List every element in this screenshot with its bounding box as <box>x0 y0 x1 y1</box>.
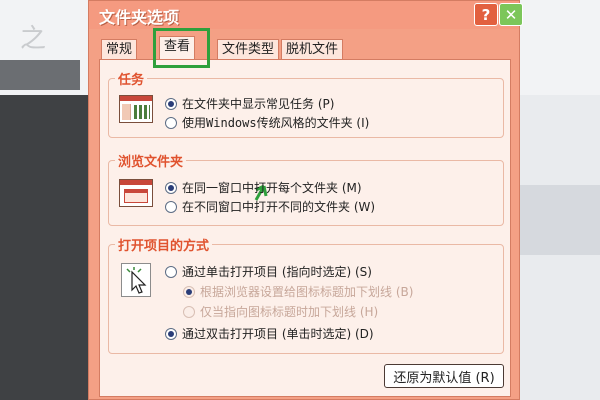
background-left-bar <box>0 60 80 90</box>
tab-file-types[interactable]: 文件类型 <box>217 39 280 59</box>
tab-offline-files[interactable]: 脱机文件 <box>281 39 344 59</box>
option-label: 通过单击打开项目 (指向时选定) (S) <box>182 265 372 279</box>
double-click-option[interactable]: 通过双击打开项目 (单击时选定) (D) <box>165 325 374 342</box>
help-button[interactable]: ? <box>474 3 498 26</box>
radio-button[interactable] <box>183 305 195 318</box>
task-view-icon <box>119 95 153 123</box>
option-label: 通过双击打开项目 (单击时选定) (D) <box>182 327 374 341</box>
option-label-windows: Windows <box>206 115 257 130</box>
radio-button[interactable] <box>165 181 177 194</box>
browse-folders-group: 浏览文件夹 在同一窗口中打开每个文件夹 (M) 在不同窗口中打开不同的文件夹 (… <box>108 151 504 226</box>
option-label-prefix: 使用 <box>182 116 207 130</box>
tasks-group-title: 任务 <box>115 69 148 88</box>
open-items-group-title: 打开项目的方式 <box>115 235 213 254</box>
radio-button[interactable] <box>165 200 177 213</box>
view-tab-highlight <box>153 28 210 68</box>
underline-on-point-option[interactable]: 仅当指向图标标题时加下划线 (H) <box>183 303 378 320</box>
tab-panel: 任务 在文件夹中显示常见任务 (P) 使用 Windows 传统风格的文件夹 (… <box>99 59 511 397</box>
same-window-option[interactable]: 在同一窗口中打开每个文件夹 (M) <box>165 179 362 196</box>
classic-folders-option[interactable]: 使用 Windows 传统风格的文件夹 (I) <box>165 114 369 131</box>
option-label: 根据浏览器设置给图标标题加下划线 (B) <box>200 285 414 299</box>
single-click-option[interactable]: 通过单击打开项目 (指向时选定) (S) <box>165 263 372 280</box>
pointer-click-icon <box>121 263 151 297</box>
new-window-option[interactable]: 在不同窗口中打开不同的文件夹 (W) <box>165 198 375 215</box>
show-common-tasks-option[interactable]: 在文件夹中显示常见任务 (P) <box>165 95 334 112</box>
folder-options-dialog: 文件夹选项 ? ✕ 常规 查看 文件类型 脱机文件 任务 在文件夹中显示常见任务… <box>88 0 523 400</box>
tasks-group: 任务 在文件夹中显示常见任务 (P) 使用 Windows 传统风格的文件夹 (… <box>108 69 504 138</box>
option-label: 仅当指向图标标题时加下划线 (H) <box>200 305 379 319</box>
browse-group-title: 浏览文件夹 <box>115 151 187 170</box>
option-label: 在不同窗口中打开不同的文件夹 (W) <box>182 200 376 214</box>
tab-general[interactable]: 常规 <box>101 39 138 59</box>
close-button[interactable]: ✕ <box>499 3 523 26</box>
help-icon: ? <box>481 5 491 24</box>
background-right-band <box>520 185 600 255</box>
open-items-group: 打开项目的方式 通过单击打开项目 (指向时选定) (S) 根据浏览器设置给图标标… <box>108 235 504 354</box>
option-label: 在文件夹中显示常见任务 (P) <box>182 97 335 111</box>
underline-browser-option[interactable]: 根据浏览器设置给图标标题加下划线 (B) <box>183 283 413 300</box>
dialog-title: 文件夹选项 <box>99 8 180 27</box>
option-label: 在同一窗口中打开每个文件夹 (M) <box>182 181 362 195</box>
restore-defaults-button[interactable]: 还原为默认值 (R) <box>384 364 504 388</box>
title-bar[interactable]: 文件夹选项 ? ✕ <box>89 1 523 29</box>
radio-button[interactable] <box>165 97 177 110</box>
close-icon: ✕ <box>504 5 518 24</box>
radio-button[interactable] <box>183 285 195 298</box>
radio-button[interactable] <box>165 265 177 278</box>
background-ghost-text: 之 <box>20 24 47 54</box>
browse-window-icon <box>119 179 153 207</box>
radio-button[interactable] <box>165 327 177 340</box>
radio-button[interactable] <box>165 116 177 129</box>
option-label-suffix: 传统风格的文件夹 (I) <box>256 116 370 130</box>
